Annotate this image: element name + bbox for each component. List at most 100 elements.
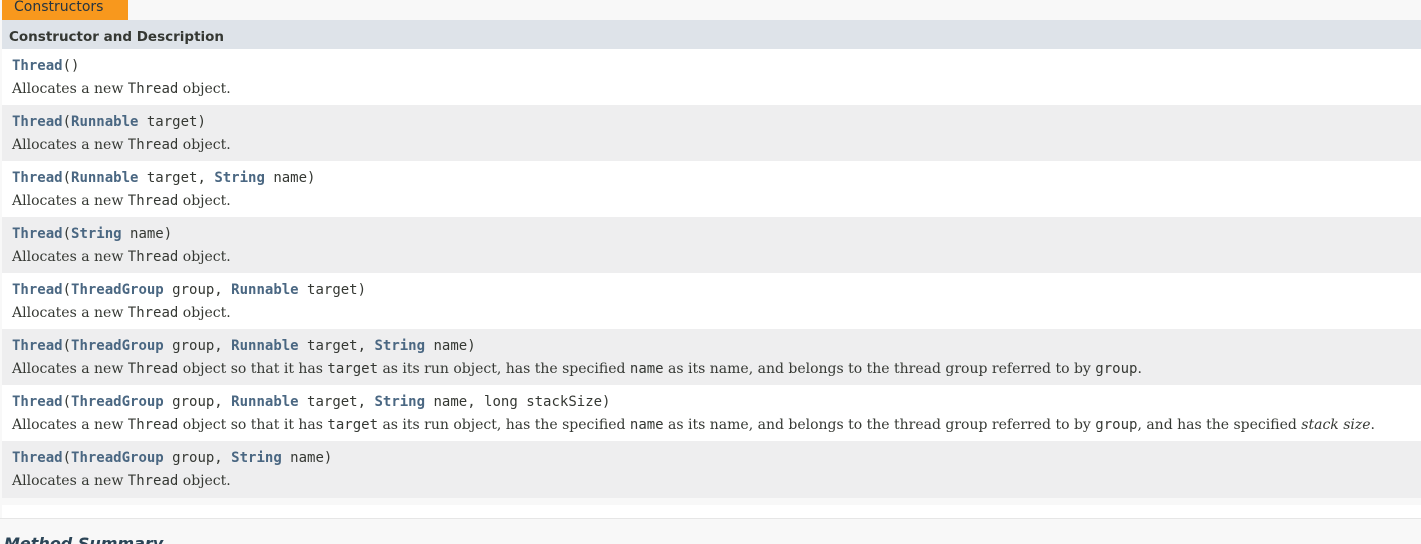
constructors-caption-tab: Constructors [2, 0, 128, 20]
description-text: as its name, and belongs to the thread g… [663, 361, 1096, 377]
description-text: Allocates a new [12, 361, 128, 377]
type-link[interactable]: String [71, 226, 122, 242]
caption-strip [2, 0, 1421, 20]
signature-text: name, long stackSize) [425, 394, 611, 410]
constructor-summary-table: Constructor and Description Thread() All… [2, 20, 1421, 498]
constructor-description: Allocates a new Thread object. [12, 81, 1421, 98]
signature-text: target) [298, 282, 367, 298]
description-text: object. [178, 249, 231, 265]
javadoc-page: Constructors Constructor and Description… [0, 0, 1421, 544]
type-link[interactable]: ThreadGroup [71, 450, 164, 466]
description-text: as its name, and belongs to the thread g… [663, 417, 1096, 433]
signature-text: ( [62, 170, 72, 186]
description-text: object. [178, 193, 231, 209]
table-row: Thread(ThreadGroup group, Runnable targe… [2, 329, 1421, 385]
constructor-link[interactable]: Thread [12, 394, 63, 410]
constructor-description: Allocates a new Thread object. [12, 305, 1421, 322]
inline-code: Thread [127, 249, 179, 265]
constructor-link[interactable]: Thread [12, 58, 63, 74]
signature-text: ( [62, 282, 72, 298]
signature-text: ( [62, 226, 72, 242]
type-link[interactable]: ThreadGroup [71, 394, 164, 410]
description-text: object so that it has [178, 417, 328, 433]
constructor-link[interactable]: Thread [12, 338, 63, 354]
description-text: object. [178, 137, 231, 153]
type-link[interactable]: ThreadGroup [71, 338, 164, 354]
signature-text: target, [298, 338, 375, 354]
type-link[interactable]: ThreadGroup [71, 282, 164, 298]
constructor-link[interactable]: Thread [12, 170, 63, 186]
constructor-link[interactable]: Thread [12, 114, 63, 130]
type-link[interactable]: Runnable [231, 338, 298, 354]
description-text: Allocates a new [12, 473, 128, 489]
inline-code: target [327, 361, 378, 377]
signature-text: ( [62, 114, 72, 130]
constructor-link[interactable]: Thread [12, 282, 63, 298]
inline-code: Thread [127, 193, 179, 209]
type-link[interactable]: String [214, 170, 265, 186]
inline-code: target [327, 417, 378, 433]
constructor-description: Allocates a new Thread object. [12, 193, 1421, 210]
constructor-description: Allocates a new Thread object. [12, 249, 1421, 266]
constructor-signature: Thread() [12, 58, 1421, 75]
constructor-signature: Thread(ThreadGroup group, Runnable targe… [12, 394, 1421, 411]
method-summary-heading: Method Summary [4, 534, 164, 544]
signature-text: ( [62, 338, 72, 354]
type-link[interactable]: String [231, 450, 282, 466]
description-text: object. [178, 473, 231, 489]
description-text: . [1137, 361, 1142, 377]
type-link[interactable]: String [374, 394, 425, 410]
signature-text: group, [163, 450, 232, 466]
inline-code: name [629, 361, 664, 377]
inline-code: Thread [127, 473, 179, 489]
inline-code: Thread [127, 81, 179, 97]
signature-text: group, [163, 282, 232, 298]
table-header: Constructor and Description [2, 20, 1421, 49]
signature-text: ( [62, 450, 72, 466]
description-text: object. [178, 81, 231, 97]
table-row: Thread(Runnable target, String name) All… [2, 161, 1421, 217]
signature-text: name) [264, 170, 316, 186]
type-link[interactable]: Runnable [231, 394, 298, 410]
description-text: Allocates a new [12, 137, 128, 153]
inline-code: group [1095, 361, 1138, 377]
signature-text: target, [298, 394, 375, 410]
type-link[interactable]: Runnable [71, 170, 138, 186]
type-link[interactable]: Runnable [231, 282, 298, 298]
signature-text: () [62, 58, 80, 74]
description-text: as its run object, has the specified [378, 361, 630, 377]
description-text: , and has the specified [1137, 417, 1302, 433]
description-text: Allocates a new [12, 81, 128, 97]
table-row: Thread(String name) Allocates a new Thre… [2, 217, 1421, 273]
signature-text: target, [138, 170, 215, 186]
constructor-description: Allocates a new Thread object so that it… [12, 361, 1421, 378]
table-row: Thread(Runnable target) Allocates a new … [2, 105, 1421, 161]
signature-text: name) [425, 338, 476, 354]
constructor-description: Allocates a new Thread object so that it… [12, 417, 1421, 434]
constructor-signature: Thread(ThreadGroup group, Runnable targe… [12, 282, 1421, 299]
table-row: Thread(ThreadGroup group, String name) A… [2, 441, 1421, 498]
type-link[interactable]: Runnable [71, 114, 138, 130]
constructor-link[interactable]: Thread [12, 450, 63, 466]
inline-code: Thread [127, 137, 179, 153]
table-row: Thread() Allocates a new Thread object. [2, 49, 1421, 105]
table-row: Thread(ThreadGroup group, Runnable targe… [2, 273, 1421, 329]
constructor-signature: Thread(String name) [12, 226, 1421, 243]
signature-text: name) [281, 450, 333, 466]
type-link[interactable]: String [374, 338, 425, 354]
description-text: object. [178, 305, 231, 321]
inline-code: group [1095, 417, 1138, 433]
inline-code: Thread [127, 305, 179, 321]
constructor-signature: Thread(ThreadGroup group, Runnable targe… [12, 338, 1421, 355]
constructor-signature: Thread(Runnable target) [12, 114, 1421, 131]
constructor-description: Allocates a new Thread object. [12, 473, 1421, 490]
description-text: . [1370, 417, 1375, 433]
signature-text: group, [163, 394, 232, 410]
signature-text: ( [62, 394, 72, 410]
constructor-signature: Thread(Runnable target, String name) [12, 170, 1421, 187]
inline-code: name [629, 417, 664, 433]
constructor-link[interactable]: Thread [12, 226, 63, 242]
inline-code: Thread [127, 361, 179, 377]
description-text: Allocates a new [12, 193, 128, 209]
description-text: Allocates a new [12, 305, 128, 321]
